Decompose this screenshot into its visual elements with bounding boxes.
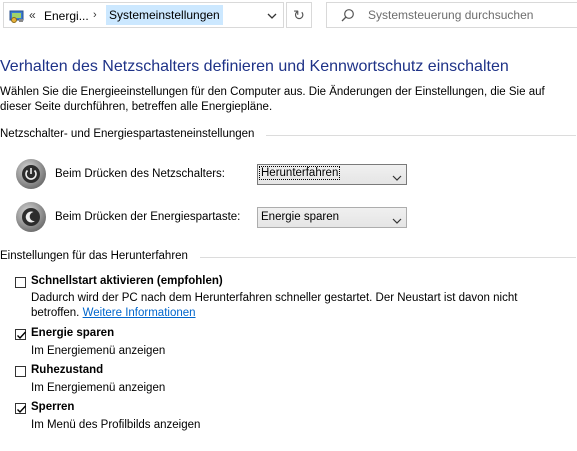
power-button-label: Beim Drücken des Netzschalters:	[55, 168, 226, 180]
chevron-down-icon	[392, 171, 402, 181]
refresh-icon: ↻	[293, 7, 305, 23]
sleep-button-selected: Energie sparen	[261, 211, 339, 223]
breadcrumb-separator-icon[interactable]: ›	[93, 9, 97, 21]
fast-startup-checkbox[interactable]	[15, 277, 26, 288]
divider	[266, 135, 576, 136]
more-info-link[interactable]: Weitere Informationen	[83, 307, 196, 319]
power-button-action-select[interactable]: Herunterfahren	[257, 164, 407, 185]
sleep-button-label: Beim Drücken der Energiespartaste:	[55, 211, 241, 223]
lock-label[interactable]: Sperren	[31, 401, 74, 413]
checkmark-icon	[17, 405, 27, 414]
power-button-icon	[16, 159, 46, 189]
sleep-checkbox[interactable]	[15, 329, 27, 340]
control-panel-icon	[9, 9, 25, 23]
fast-startup-label[interactable]: Schnellstart aktivieren (empfohlen)	[31, 275, 223, 287]
power-button-selected: Herunterfahren	[258, 166, 341, 180]
search-placeholder: Systemsteuerung durchsuchen	[368, 8, 534, 22]
address-dropdown-icon[interactable]	[266, 10, 278, 20]
hibernate-label[interactable]: Ruhezustand	[31, 364, 103, 376]
shutdown-settings-heading: Einstellungen für das Herunterfahren	[0, 250, 188, 262]
breadcrumb-current[interactable]: Systemeinstellungen	[106, 5, 223, 25]
lock-description: Im Menü des Profilbilds anzeigen	[31, 419, 201, 431]
page-title: Verhalten des Netzschalters definieren u…	[0, 58, 509, 75]
power-settings-heading: Netzschalter- und Energiespartasteneinst…	[0, 128, 255, 140]
checkmark-icon	[17, 331, 27, 340]
sleep-label[interactable]: Energie sparen	[31, 327, 114, 339]
lock-checkbox[interactable]	[15, 403, 27, 414]
page-intro: Wählen Sie die Energieeinstellungen für …	[0, 86, 545, 113]
overflow-chevron-icon[interactable]: «	[29, 8, 36, 22]
divider	[200, 257, 576, 258]
search-input[interactable]: Systemsteuerung durchsuchen	[326, 2, 577, 28]
search-icon	[341, 8, 355, 22]
address-bar: « Energi... › Systemeinstellungen ↻ Syst…	[0, 0, 577, 31]
sleep-button-action-select[interactable]: Energie sparen	[257, 207, 407, 228]
breadcrumb[interactable]: « Energi... › Systemeinstellungen	[3, 2, 284, 28]
breadcrumb-parent[interactable]: Energi...	[44, 9, 89, 23]
hibernate-checkbox[interactable]	[15, 366, 26, 377]
sleep-button-icon	[16, 202, 46, 232]
fast-startup-description: Dadurch wird der PC nach dem Herunterfah…	[31, 291, 551, 321]
sleep-description: Im Energiemenü anzeigen	[31, 345, 166, 357]
hibernate-description: Im Energiemenü anzeigen	[31, 382, 166, 394]
refresh-button[interactable]: ↻	[286, 2, 312, 28]
chevron-down-icon	[392, 214, 402, 224]
